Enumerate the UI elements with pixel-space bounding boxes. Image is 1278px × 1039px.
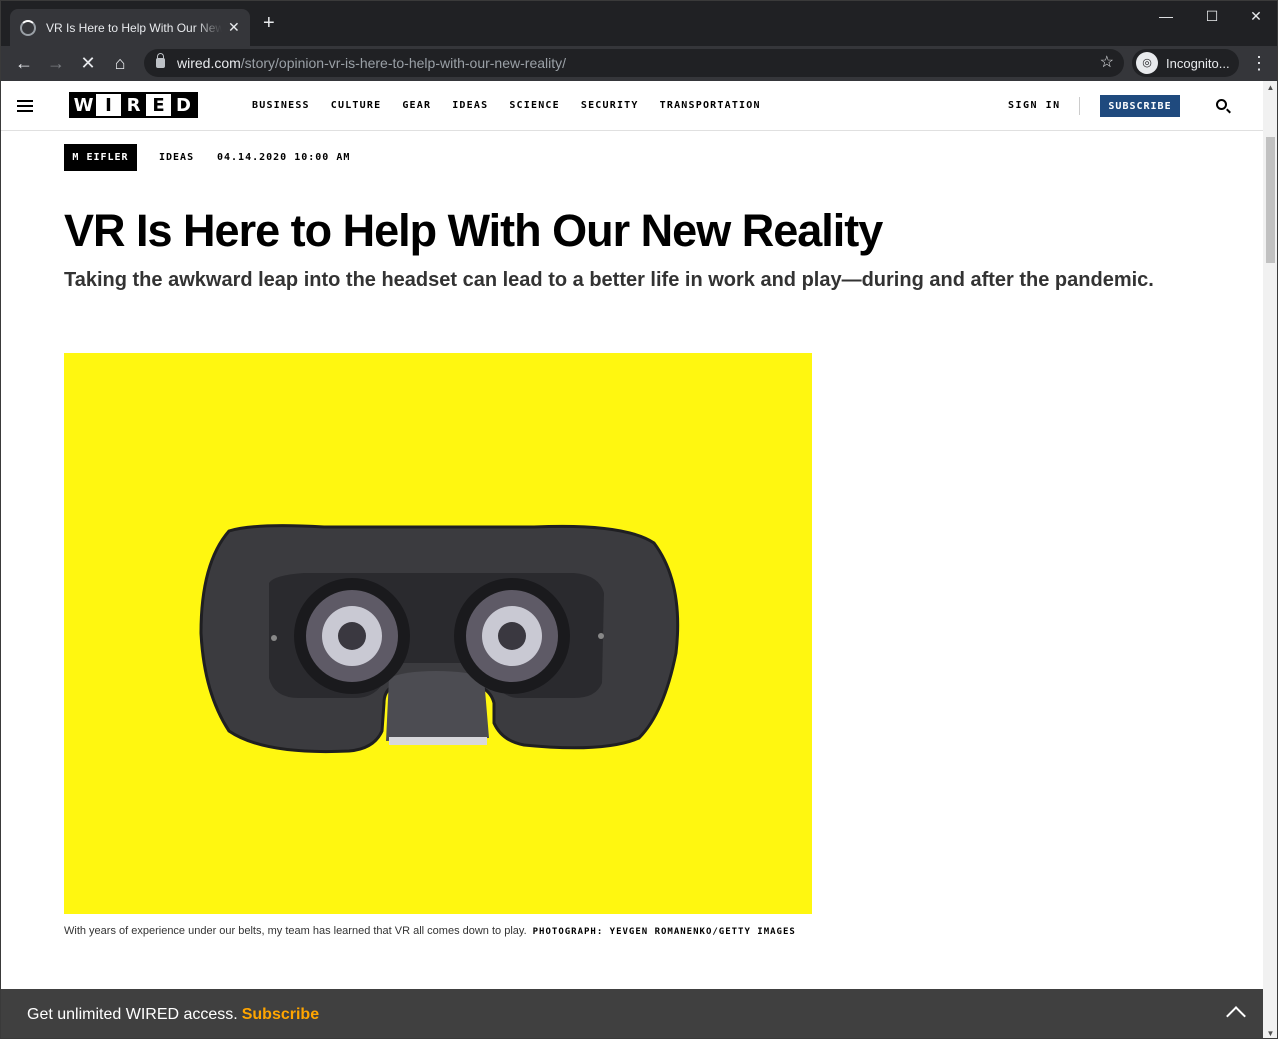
photo-credit: PHOTOGRAPH: YEVGEN ROMANENKO/GETTY IMAGE… xyxy=(532,927,796,937)
browser-window: VR Is Here to Help With Our New Reality … xyxy=(0,0,1278,1039)
menu-kebab-icon[interactable]: ⋮ xyxy=(1248,52,1270,74)
close-window-icon[interactable]: ✕ xyxy=(1233,1,1277,31)
web-page: W I R E D BUSINESS CULTURE GEAR IDEAS SC… xyxy=(1,81,1263,1038)
caption-text: With years of experience under our belts… xyxy=(64,925,527,937)
logo-letter: I xyxy=(96,94,121,116)
subscribe-button[interactable]: SUBSCRIBE xyxy=(1100,95,1180,117)
url-host: wired.com xyxy=(177,55,241,71)
nav-link-culture[interactable]: CULTURE xyxy=(331,100,382,111)
scroll-up-icon[interactable]: ▲ xyxy=(1266,83,1275,92)
section-links: BUSINESS CULTURE GEAR IDEAS SCIENCE SECU… xyxy=(252,100,782,111)
article-headline: VR Is Here to Help With Our New Reality xyxy=(64,205,883,256)
new-tab-icon[interactable]: + xyxy=(263,13,275,33)
author-badge[interactable]: M EIFLER xyxy=(64,144,137,171)
paywall-subscribe-link[interactable]: Subscribe xyxy=(242,1006,319,1024)
address-bar[interactable]: wired.com/story/opinion-vr-is-here-to-he… xyxy=(144,49,1124,77)
incognito-icon: ◎ xyxy=(1136,52,1158,74)
tab-title: VR Is Here to Help With Our New Reality xyxy=(46,20,222,35)
sign-in-link[interactable]: SIGN IN xyxy=(1008,100,1061,111)
scroll-down-icon[interactable]: ▼ xyxy=(1266,1029,1275,1038)
stop-loading-icon[interactable]: ✕ xyxy=(77,52,99,74)
logo-letter: W xyxy=(71,94,96,116)
image-caption: With years of experience under our belts… xyxy=(64,924,812,940)
lock-icon[interactable] xyxy=(156,53,165,68)
minimize-icon[interactable]: — xyxy=(1143,1,1189,31)
url-path: /story/opinion-vr-is-here-to-help-with-o… xyxy=(240,55,567,71)
article-dek: Taking the awkward leap into the headset… xyxy=(64,269,1154,291)
nav-divider xyxy=(1079,97,1080,115)
logo-letter: E xyxy=(146,94,171,116)
section-label[interactable]: IDEAS xyxy=(159,152,194,163)
publish-date: 04.14.2020 10:00 AM xyxy=(217,152,351,163)
scroll-thumb[interactable] xyxy=(1266,137,1275,263)
browser-tab[interactable]: VR Is Here to Help With Our New Reality … xyxy=(10,9,250,46)
bookmark-star-icon[interactable]: ☆ xyxy=(1100,52,1114,72)
search-icon[interactable] xyxy=(1216,99,1227,110)
logo-letter: D xyxy=(171,94,196,116)
incognito-label: Incognito... xyxy=(1166,55,1230,71)
paywall-text: Get unlimited WIRED access. xyxy=(27,1005,238,1023)
nav-link-gear[interactable]: GEAR xyxy=(402,100,431,111)
nav-link-transportation[interactable]: TRANSPORTATION xyxy=(660,100,761,111)
hamburger-menu-icon[interactable] xyxy=(17,100,33,112)
loading-spinner-icon xyxy=(20,19,36,36)
title-bar: VR Is Here to Help With Our New Reality … xyxy=(1,1,1277,46)
paywall-bar: Get unlimited WIRED access. Subscribe xyxy=(1,989,1263,1038)
page-scrollbar[interactable]: ▲ ▼ xyxy=(1263,81,1277,1038)
nav-link-business[interactable]: BUSINESS xyxy=(252,100,310,111)
home-icon[interactable]: ⌂ xyxy=(109,52,131,74)
incognito-button[interactable]: ◎ Incognito... xyxy=(1132,49,1239,77)
browser-toolbar: ← → ✕ ⌂ wired.com/story/opinion-vr-is-he… xyxy=(1,46,1277,81)
chevron-up-icon[interactable] xyxy=(1226,1006,1246,1026)
maximize-icon[interactable]: ☐ xyxy=(1189,1,1235,31)
nav-link-science[interactable]: SCIENCE xyxy=(509,100,560,111)
nav-link-security[interactable]: SECURITY xyxy=(581,100,639,111)
back-icon[interactable]: ← xyxy=(13,52,35,74)
close-tab-icon[interactable]: ✕ xyxy=(228,19,240,36)
vr-headset-illustration xyxy=(199,524,680,754)
logo-letter: R xyxy=(121,94,146,116)
nav-link-ideas[interactable]: IDEAS xyxy=(452,100,488,111)
hero-image xyxy=(64,353,812,914)
forward-icon[interactable]: → xyxy=(45,52,67,74)
site-nav: W I R E D BUSINESS CULTURE GEAR IDEAS SC… xyxy=(1,81,1263,131)
wired-logo[interactable]: W I R E D xyxy=(69,92,198,118)
